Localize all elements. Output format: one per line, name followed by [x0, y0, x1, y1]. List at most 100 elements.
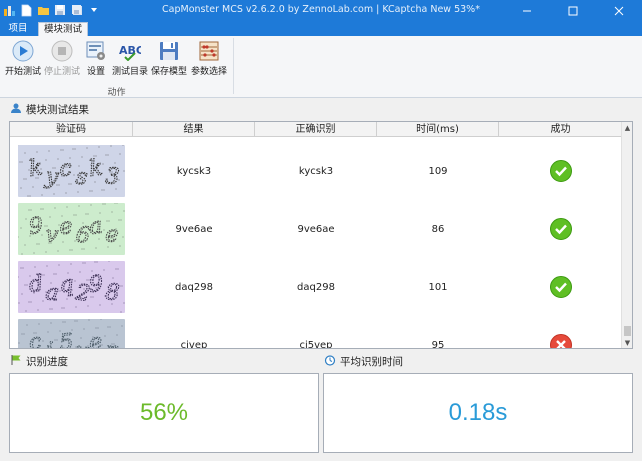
stop-test-label: 停止测试 — [44, 67, 81, 77]
stop-icon — [51, 40, 73, 62]
avg-time-panel: 0.18s — [323, 373, 633, 453]
svg-text:a: a — [88, 214, 104, 240]
parameter-selection-button[interactable]: 参数选择 — [190, 40, 228, 80]
play-icon — [12, 40, 34, 62]
minimize-button[interactable] — [504, 0, 550, 22]
checkmark-icon — [549, 160, 572, 182]
result-cell: 9ve6ae — [175, 223, 213, 235]
correct-cell: daq298 — [297, 281, 335, 293]
svg-text:k: k — [27, 155, 44, 182]
correct-cell: kycsk3 — [298, 165, 334, 177]
progress-title: 识别进度 — [26, 355, 68, 368]
test-directory-button[interactable]: ABC 测试目录 — [112, 40, 148, 80]
ribbon: 开始测试 停止测试 设置 ABC 测试目录 保存模型 参数选择 动作 — [0, 36, 642, 98]
captcha-cell: 9ve6ae — [10, 200, 133, 258]
ribbon-group-label: 动作 — [107, 88, 126, 98]
vertical-scrollbar[interactable]: ▲ ▼ — [621, 122, 632, 348]
captcha-image: 9ve6ae — [18, 203, 125, 255]
column-header-success[interactable]: 成功 — [499, 122, 622, 137]
stopwatch-icon — [324, 354, 336, 369]
svg-text:8: 8 — [105, 280, 121, 306]
progress-value: 56% — [139, 399, 189, 426]
column-header-captcha[interactable]: 验证码 — [10, 122, 133, 137]
results-table[interactable]: 验证码 结果 正确识别 时间(ms) 成功 k y c s k 3 kycsk3 kycsk3… — [9, 121, 633, 349]
maximize-button[interactable] — [550, 0, 596, 22]
svg-text:p: p — [105, 338, 121, 349]
success-cell — [499, 200, 622, 258]
svg-text:9: 9 — [27, 213, 44, 240]
svg-text:y: y — [43, 164, 60, 190]
start-test-label: 开始测试 — [5, 67, 42, 77]
abc-icon: ABC — [119, 40, 141, 62]
scroll-down-arrow-icon[interactable]: ▼ — [622, 337, 632, 348]
start-test-button[interactable]: 开始测试 — [5, 40, 41, 80]
table-row[interactable]: 9 v e 6 a e 9ve6ae 9ve6ae 86 — [10, 200, 622, 258]
checkmark-icon — [549, 276, 572, 298]
correct-cell: 9ve6ae — [297, 223, 335, 235]
avg-time-title: 平均识别时间 — [340, 355, 403, 368]
title-bar: CapMonster MCS v2.6.2.0 by ZennoLab.com … — [0, 0, 642, 22]
table-row[interactable]: k y c s k 3 kycsk3 kycsk3 109 — [10, 142, 622, 200]
user-icon — [10, 102, 22, 117]
scrollbar-thumb[interactable] — [624, 326, 631, 336]
results-section-title: 模块测试结果 — [26, 103, 89, 116]
cross-icon — [549, 334, 572, 348]
svg-text:k: k — [88, 156, 104, 182]
captcha-image: ci5vep — [18, 319, 125, 349]
svg-text:q: q — [58, 272, 74, 298]
time-cell: 86 — [431, 223, 445, 235]
correct-cell: ci5vep — [299, 339, 333, 349]
avg-time-header: 平均识别时间 — [324, 353, 403, 369]
scroll-up-arrow-icon[interactable]: ▲ — [622, 122, 632, 133]
avg-time-value: 0.18s — [448, 399, 508, 426]
svg-text:c: c — [58, 156, 72, 182]
success-cell — [499, 258, 622, 316]
result-cell: kycsk3 — [176, 165, 212, 177]
svg-text:3: 3 — [105, 164, 121, 190]
window-controls — [504, 0, 642, 22]
results-section-header: 模块测试结果 — [10, 101, 89, 117]
column-header-correct[interactable]: 正确识别 — [255, 122, 377, 137]
svg-text:c: c — [27, 329, 43, 349]
floppy-icon — [158, 40, 180, 62]
captcha-cell: ci5vep — [10, 316, 133, 349]
captcha-cell: kycsk3 — [10, 142, 133, 200]
time-cell: 109 — [428, 165, 448, 177]
captcha-image: kycsk3 — [18, 145, 125, 197]
table-row[interactable]: d a q 2 9 8 daq298 daq298 101 — [10, 258, 622, 316]
abacus-icon — [198, 40, 220, 62]
table-row[interactable]: ci5vep civep ci5vep 95 — [10, 316, 622, 349]
flag-icon — [10, 354, 22, 369]
stop-test-button[interactable]: 停止测试 — [44, 40, 80, 80]
svg-text:ABC: ABC — [119, 44, 141, 57]
time-cell: 95 — [431, 339, 445, 349]
settings-button[interactable]: 设置 — [83, 40, 109, 80]
success-cell — [499, 142, 622, 200]
ribbon-tab-strip: 项目 模块测试 — [0, 22, 642, 36]
parameter-selection-label: 参数选择 — [190, 67, 227, 77]
svg-text:9: 9 — [88, 271, 105, 298]
tab-project[interactable]: 项目 — [2, 22, 34, 36]
svg-text:i: i — [44, 338, 54, 349]
settings-label: 设置 — [86, 67, 105, 77]
column-header-time[interactable]: 时间(ms) — [377, 122, 499, 137]
save-model-button[interactable]: 保存模型 — [151, 40, 187, 80]
checkmark-icon — [549, 218, 572, 240]
result-cell: civep — [180, 339, 208, 349]
ribbon-group-separator — [233, 38, 234, 94]
captcha-image: daq298 — [18, 261, 125, 313]
column-header-result[interactable]: 结果 — [133, 122, 255, 137]
svg-text:s: s — [74, 164, 89, 190]
progress-panel: 56% — [9, 373, 319, 453]
captcha-cell: daq298 — [10, 258, 133, 316]
tab-module-test[interactable]: 模块测试 — [38, 22, 88, 36]
result-cell: daq298 — [175, 281, 213, 293]
svg-text:e: e — [88, 330, 104, 349]
close-button[interactable] — [596, 0, 642, 22]
svg-text:e: e — [105, 222, 120, 248]
table-header: 验证码 结果 正确识别 时间(ms) 成功 — [10, 122, 622, 137]
progress-header: 识别进度 — [10, 353, 68, 369]
svg-text:a: a — [44, 280, 60, 306]
svg-text:5: 5 — [58, 330, 74, 349]
svg-text:v: v — [44, 222, 60, 248]
